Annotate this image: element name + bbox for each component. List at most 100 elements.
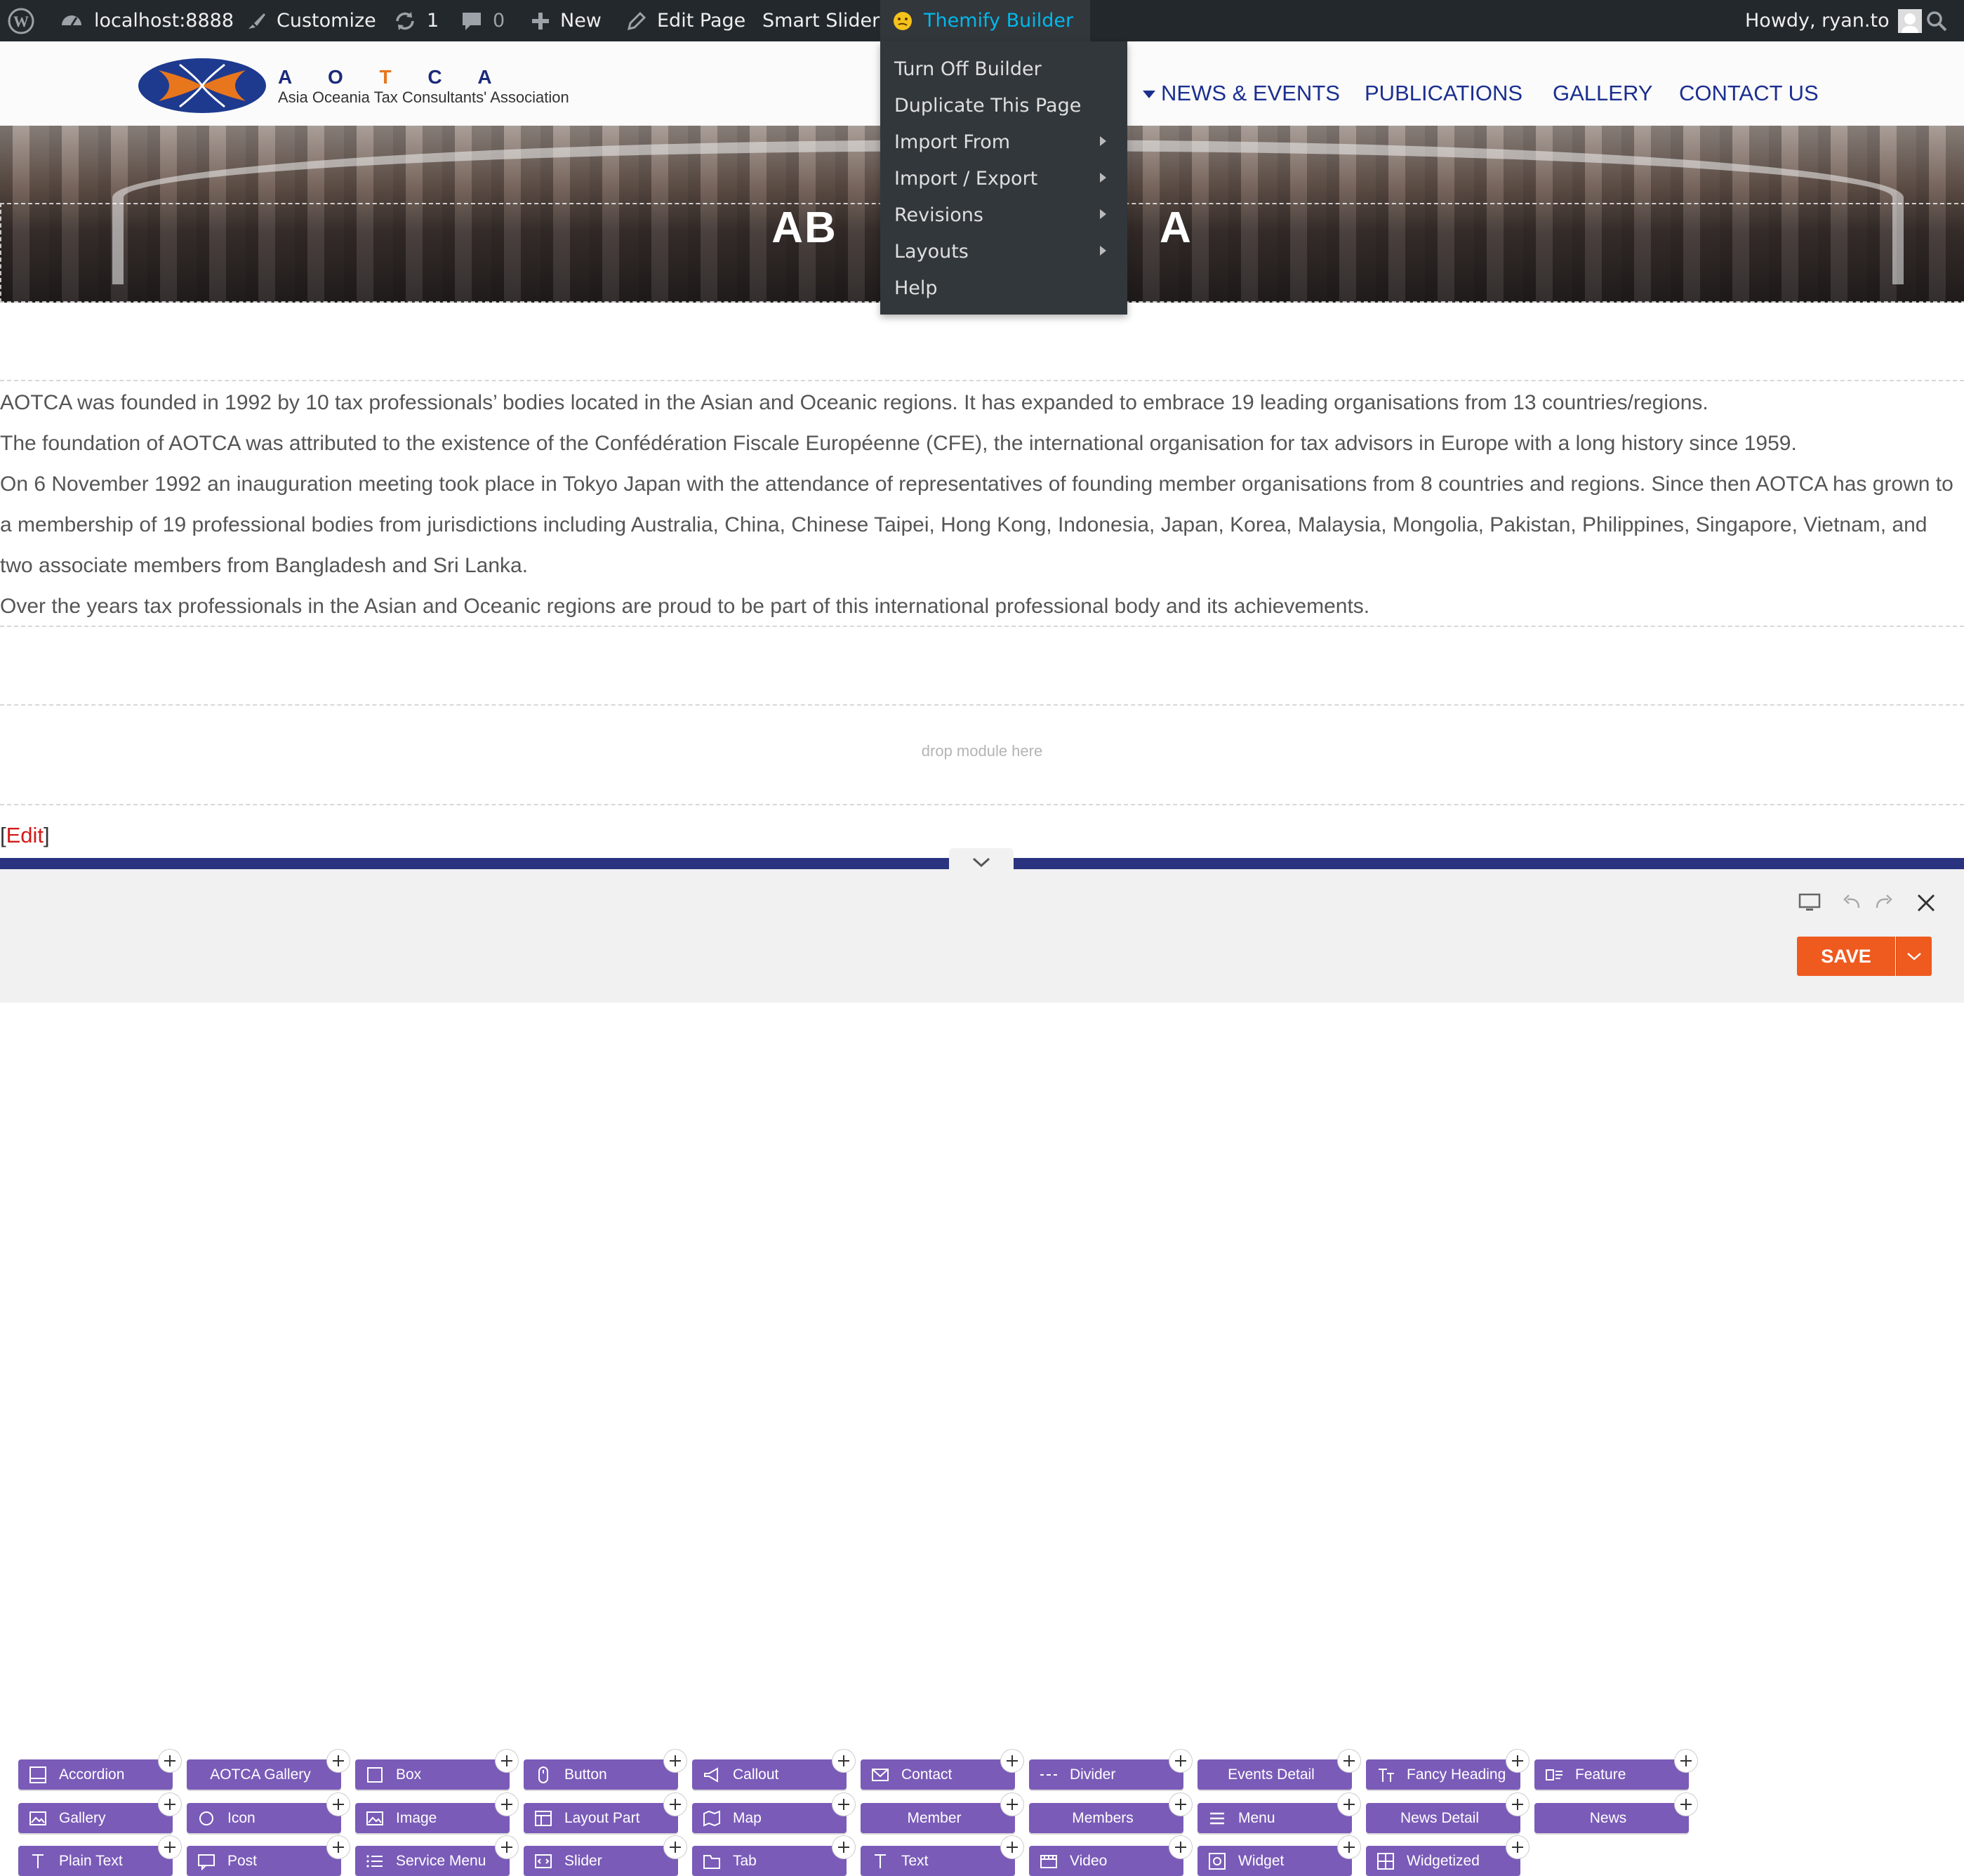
menu-layouts[interactable]: Layouts [894,241,969,263]
menu-import-export[interactable]: Import / Export [894,168,1037,190]
add-module-plus-icon[interactable] [1506,1750,1529,1772]
add-module-plus-icon[interactable] [159,1750,181,1772]
paragraph: The foundation of AOTCA was attributed t… [0,432,1797,455]
logo-name-t: T [379,66,407,88]
module-divider[interactable]: Divider [1029,1750,1192,1790]
smart-slider-link[interactable]: Smart Slider [762,0,880,41]
save-button[interactable]: SAVE [1797,937,1895,976]
module-member[interactable]: Member [861,1793,1023,1833]
add-module-plus-icon[interactable] [1338,1750,1360,1772]
module-widget[interactable]: Widget [1197,1836,1360,1876]
nav-news-events[interactable]: NEWS & EVENTS [1143,81,1340,106]
module-service-menu[interactable]: Service Menu [355,1836,518,1876]
module-fancy-heading[interactable]: Fancy Heading [1366,1750,1529,1790]
add-module-plus-icon[interactable] [1506,1836,1529,1858]
responsive-toggle[interactable] [1796,889,1824,917]
add-module-plus-icon[interactable] [1169,1750,1192,1772]
my-account-link[interactable]: Howdy, ryan.to [1745,0,1922,41]
module-video[interactable]: Video [1029,1836,1192,1876]
add-module-plus-icon[interactable] [664,1793,686,1816]
pencil-icon [627,11,646,30]
add-module-plus-icon[interactable] [327,1836,350,1858]
module-accordion[interactable]: Accordion [18,1750,181,1790]
add-module-plus-icon[interactable] [1338,1836,1360,1858]
module-events-detail[interactable]: Events Detail [1197,1750,1360,1790]
add-module-plus-icon[interactable] [1675,1750,1697,1772]
service-menu-icon [365,1851,385,1871]
module-tab[interactable]: Tab [692,1836,855,1876]
nav-publications[interactable]: PUBLICATIONS [1365,81,1522,106]
nav-contact-us[interactable]: CONTACT US [1679,81,1819,106]
module-menu[interactable]: Menu [1197,1793,1360,1833]
add-module-plus-icon[interactable] [496,1750,518,1772]
module-news[interactable]: News [1534,1793,1697,1833]
edit-link-wrapper: [Edit] [0,823,50,848]
module-news-detail[interactable]: News Detail [1366,1793,1529,1833]
updates-count: 1 [427,10,439,32]
wordpress-logo-icon[interactable]: W [7,0,35,41]
close-builder-button[interactable] [1912,889,1940,917]
add-module-plus-icon[interactable] [832,1836,855,1858]
add-module-plus-icon[interactable] [159,1836,181,1858]
add-module-plus-icon[interactable] [1001,1750,1023,1772]
menu-turn-off-builder[interactable]: Turn Off Builder [894,58,1042,80]
drop-module-placeholder[interactable]: drop module here [0,742,1964,760]
edit-link[interactable]: Edit [6,823,44,847]
add-module-plus-icon[interactable] [496,1793,518,1816]
module-label: Service Menu [396,1852,486,1869]
add-module-plus-icon[interactable] [1675,1793,1697,1816]
module-map[interactable]: Map [692,1793,855,1833]
module-icon[interactable]: Icon [187,1793,350,1833]
module-label: Post [227,1852,258,1869]
module-layout-part[interactable]: Layout Part [524,1793,686,1833]
nav-gallery[interactable]: GALLERY [1553,81,1652,106]
save-options-button[interactable] [1896,937,1932,976]
add-module-plus-icon[interactable] [664,1836,686,1858]
module-box[interactable]: Box [355,1750,518,1790]
module-widgetized[interactable]: Widgetized [1366,1836,1529,1876]
search-button[interactable] [1925,0,1949,41]
add-module-plus-icon[interactable] [664,1750,686,1772]
menu-duplicate-page[interactable]: Duplicate This Page [894,95,1081,117]
add-module-plus-icon[interactable] [327,1793,350,1816]
add-module-plus-icon[interactable] [832,1793,855,1816]
add-module-plus-icon[interactable] [832,1750,855,1772]
module-contact[interactable]: Contact [861,1750,1023,1790]
add-module-plus-icon[interactable] [159,1793,181,1816]
themify-builder-menu[interactable]: Themify Builder [880,0,1091,41]
module-slider[interactable]: Slider [524,1836,686,1876]
edit-page-link[interactable]: Edit Page [626,0,745,41]
menu-revisions[interactable]: Revisions [894,204,983,226]
about-text-module[interactable]: AOTCA was founded in 1992 by 10 tax prof… [0,383,1958,627]
module-text[interactable]: Text [861,1836,1023,1876]
menu-import-from[interactable]: Import From [894,131,1010,153]
customize-link[interactable]: Customize [246,0,376,41]
module-label: Plain Text [59,1852,123,1869]
module-button[interactable]: Button [524,1750,686,1790]
module-callout[interactable]: Callout [692,1750,855,1790]
module-post[interactable]: Post [187,1836,350,1876]
add-module-plus-icon[interactable] [1169,1793,1192,1816]
module-feature[interactable]: Feature [1534,1750,1697,1790]
add-module-plus-icon[interactable] [1169,1836,1192,1858]
module-plain-text[interactable]: Plain Text [18,1836,181,1876]
module-image[interactable]: Image [355,1793,518,1833]
site-name: localhost:8888 [94,10,234,32]
undo-button[interactable] [1838,889,1866,917]
module-members[interactable]: Members [1029,1793,1192,1833]
module-aotca-gallery[interactable]: AOTCA Gallery [187,1750,350,1790]
new-content-link[interactable]: New [531,0,602,41]
add-module-plus-icon[interactable] [1506,1793,1529,1816]
add-module-plus-icon[interactable] [496,1836,518,1858]
add-module-plus-icon[interactable] [1001,1793,1023,1816]
module-gallery[interactable]: Gallery [18,1793,181,1833]
comments-link[interactable]: 0 [460,0,505,41]
aotca-logo-icon[interactable] [138,58,267,114]
updates-link[interactable]: 1 [393,0,439,41]
add-module-plus-icon[interactable] [1001,1836,1023,1858]
redo-button[interactable] [1870,889,1898,917]
add-module-plus-icon[interactable] [327,1750,350,1772]
add-module-plus-icon[interactable] [1338,1793,1360,1816]
site-name-link[interactable]: localhost:8888 [59,0,234,41]
menu-help[interactable]: Help [894,277,938,299]
